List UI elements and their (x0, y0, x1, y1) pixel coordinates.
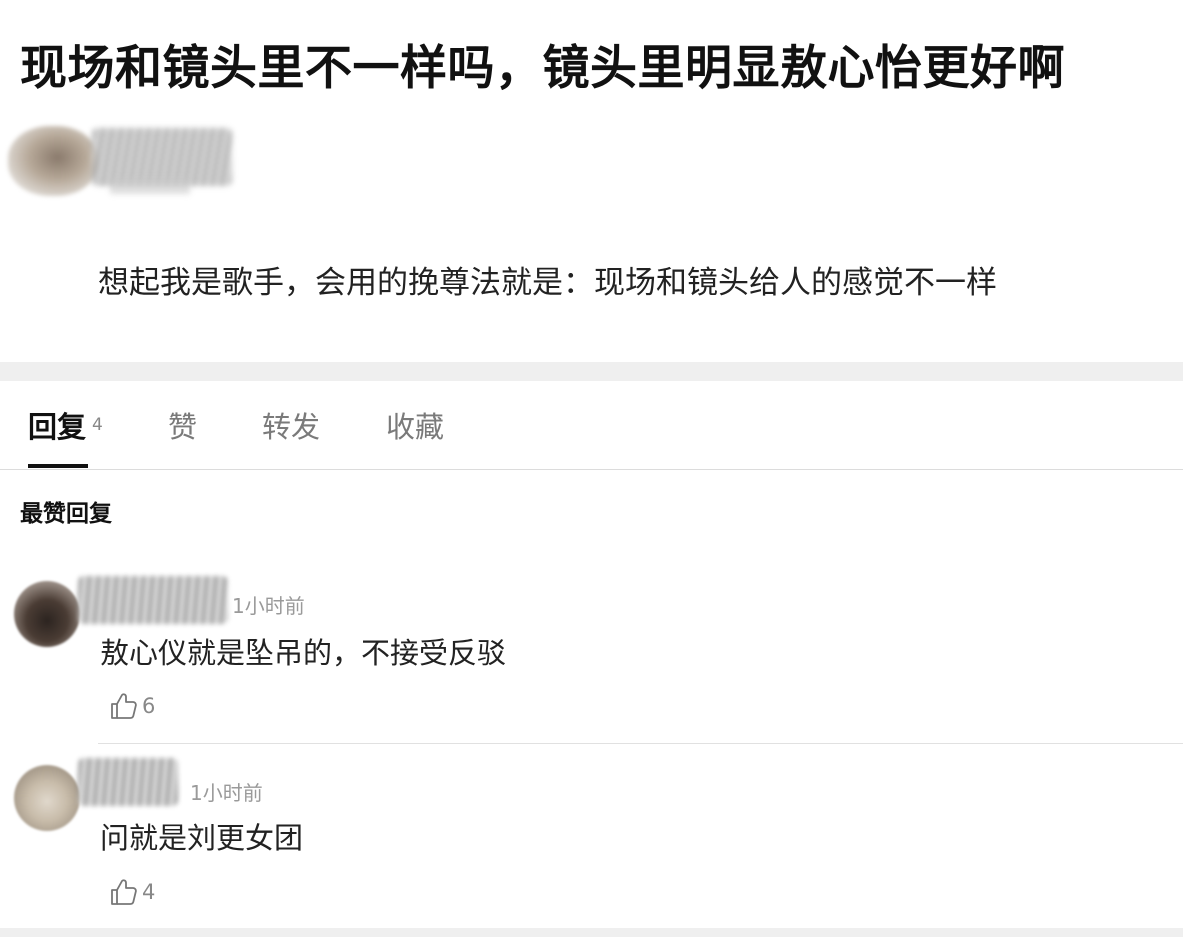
bottom-divider (0, 928, 1183, 937)
post-body: 想起我是歌手，会用的挽尊法就是：现场和镜头给人的感觉不一样 (98, 265, 997, 301)
tab-replies[interactable]: 回复 4 (28, 409, 103, 445)
like-count: 6 (142, 694, 156, 718)
author-time-redacted (110, 178, 190, 194)
like-count: 4 (142, 880, 156, 904)
reply-text: 问就是刘更女团 (100, 821, 304, 855)
thumbs-up-icon (111, 879, 137, 905)
reply-author-redacted (78, 758, 178, 806)
tab-active-indicator (28, 464, 88, 468)
tab-favorites[interactable]: 收藏 (386, 409, 444, 445)
reply-divider (98, 743, 1183, 744)
thumbs-up-icon (111, 693, 137, 719)
tab-replies-label: 回复 (28, 410, 87, 444)
tab-replies-count: 4 (92, 415, 103, 435)
post-title: 现场和镜头里不一样吗，镜头里明显敖心怡更好啊 (20, 41, 1065, 96)
author-avatar[interactable] (8, 126, 98, 196)
reply-avatar[interactable] (14, 765, 80, 831)
replies-header: 最赞回复 (20, 501, 112, 527)
reply-author-redacted (78, 576, 228, 624)
tab-reposts[interactable]: 转发 (262, 409, 320, 445)
reply-time: 1小时前 (232, 594, 305, 618)
tab-bar: 回复 4 赞 转发 收藏 (0, 381, 1183, 470)
section-divider (0, 362, 1183, 381)
like-button[interactable]: 6 (108, 690, 155, 722)
like-button[interactable]: 4 (108, 876, 155, 908)
tab-likes[interactable]: 赞 (168, 409, 197, 445)
reply-avatar[interactable] (14, 581, 80, 647)
reply-text: 敖心仪就是坠吊的，不接受反驳 (100, 636, 507, 670)
reply-time: 1小时前 (190, 781, 263, 805)
